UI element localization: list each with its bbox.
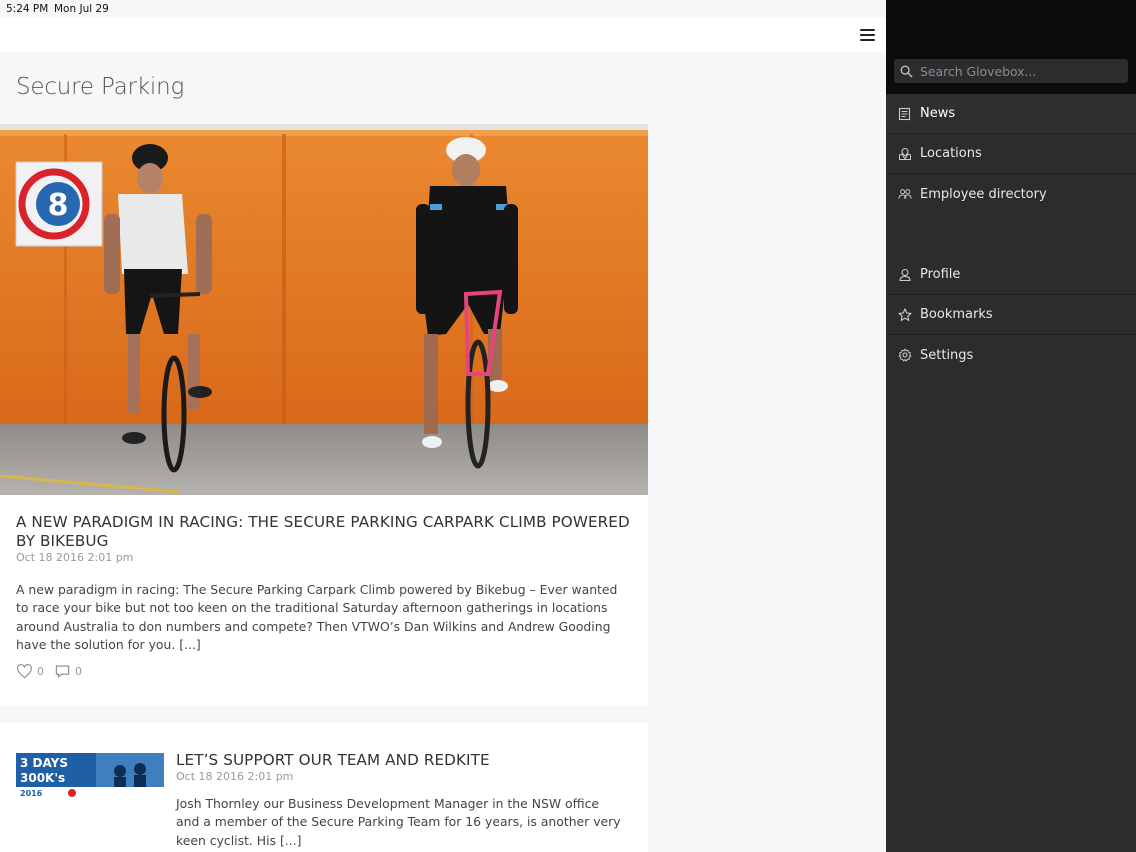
article-thumbnail[interactable]: 3 DAYS 300K's 2016: [16, 753, 164, 799]
app-root: 5:24 PM Mon Jul 29 Secure Parking 8 A NE…: [0, 0, 1136, 852]
status-date: Mon Jul 29: [54, 3, 109, 15]
comment-button[interactable]: 0: [54, 664, 82, 679]
heart-icon: [17, 664, 32, 679]
sidebar-item-label: News: [920, 106, 956, 121]
article-date: Oct 18 2016 2:01 pm: [16, 551, 134, 564]
person-icon: [898, 268, 912, 282]
news-icon: [898, 107, 912, 121]
sidebar-item-label: Employee directory: [920, 186, 1047, 202]
article-card[interactable]: 8 A NEW PARADIGM IN RACING: THE SECURE P…: [0, 124, 648, 706]
sidebar-item-employee-directory[interactable]: Employee directory: [886, 174, 1136, 214]
sidebar-header: [886, 0, 1136, 94]
sidebar-item-label: Bookmarks: [920, 307, 993, 322]
article-actions: 0 0: [16, 664, 82, 679]
article-hero-image[interactable]: 8: [0, 124, 648, 495]
svg-text:2016: 2016: [20, 789, 43, 798]
map-icon: [898, 147, 912, 161]
svg-text:300K's: 300K's: [20, 771, 65, 785]
hamburger-menu-icon[interactable]: [858, 27, 878, 43]
sidebar-item-settings[interactable]: Settings: [886, 335, 1136, 375]
status-time: 5:24 PM: [6, 3, 49, 15]
comment-icon: [55, 665, 70, 678]
cyclists-photo: 8: [0, 124, 648, 495]
article-title[interactable]: A NEW PARADIGM IN RACING: THE SECURE PAR…: [16, 513, 636, 551]
gear-icon: [898, 348, 912, 362]
search-icon: [900, 65, 913, 77]
article-title[interactable]: LET’S SUPPORT OUR TEAM AND REDKITE: [176, 751, 636, 770]
sidebar: News Locations Employee directory Profil…: [886, 0, 1136, 852]
article-excerpt: Josh Thornley our Business Development M…: [176, 796, 621, 848]
svg-text:3 DAYS: 3 DAYS: [20, 756, 68, 770]
article-excerpt: A new paradigm in racing: The Secure Par…: [16, 582, 618, 652]
sidebar-item-label: Locations: [920, 146, 982, 161]
like-count: 0: [37, 665, 44, 678]
search-input[interactable]: [920, 63, 1120, 79]
main-content[interactable]: Secure Parking 8 A NEW PARADIGM IN RACIN…: [0, 52, 886, 852]
sidebar-item-label: Settings: [920, 347, 974, 363]
status-bar: 5:24 PM Mon Jul 29: [0, 0, 886, 18]
redkite-banner-image: 3 DAYS 300K's 2016: [16, 753, 164, 799]
top-bar: [0, 18, 886, 52]
page-title: Secure Parking: [16, 74, 185, 100]
svg-text:8: 8: [48, 188, 69, 223]
sidebar-item-locations[interactable]: Locations: [886, 134, 1136, 174]
search-box[interactable]: [894, 59, 1128, 83]
article-date: Oct 18 2016 2:01 pm: [176, 770, 294, 783]
sidebar-item-label: Profile: [920, 267, 961, 282]
article-card[interactable]: 3 DAYS 300K's 2016 LET’S SUPPORT OUR TEA…: [0, 723, 648, 852]
like-button[interactable]: 0: [16, 664, 44, 679]
comment-count: 0: [75, 665, 82, 678]
people-icon: [898, 187, 912, 201]
sidebar-item-bookmarks[interactable]: Bookmarks: [886, 295, 1136, 335]
star-icon: [898, 307, 912, 322]
sidebar-item-news[interactable]: News: [886, 94, 1136, 134]
sidebar-item-profile[interactable]: Profile: [886, 255, 1136, 295]
